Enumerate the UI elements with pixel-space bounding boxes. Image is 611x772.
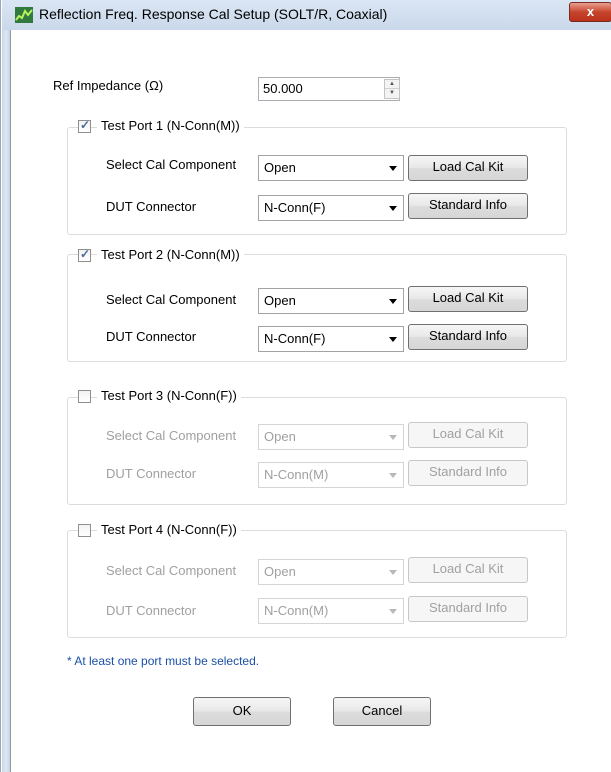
port-3-cal-component-value: Open [264,429,296,444]
port-1-checkbox[interactable]: ✓ [78,118,91,133]
port-4-standard-info-button[interactable]: Standard Info [408,596,528,622]
port-2-select-cal-label: Select Cal Component [106,292,237,307]
close-icon: x [586,4,595,19]
port-3-dut-connector-select[interactable]: N-Conn(M) [258,462,404,488]
spin-down-icon[interactable]: ▼ [385,89,399,98]
ref-impedance-value: 50.000 [263,81,303,96]
port-selection-note: * At least one port must be selected. [67,654,260,668]
checkmark-icon: ✓ [80,118,91,132]
window-title: Reflection Freq. Response Cal Setup (SOL… [39,6,388,22]
ref-impedance-input[interactable]: 50.000 [258,77,400,101]
dropdown-arrow-icon [389,206,397,211]
port-2-cal-component-select[interactable]: Open [258,288,404,314]
dropdown-arrow-icon [389,609,397,614]
dropdown-arrow-icon [389,166,397,171]
dropdown-arrow-icon [389,337,397,342]
port-2-title: Test Port 2 (N-Conn(M)) [97,247,244,262]
port-3-load-cal-kit-button[interactable]: Load Cal Kit [408,422,528,448]
dialog-window: Reflection Freq. Response Cal Setup (SOL… [0,0,611,772]
port-4-title: Test Port 4 (N-Conn(F)) [97,522,241,537]
port-2-dut-label: DUT Connector [106,329,197,344]
dropdown-arrow-icon [389,473,397,478]
port-1-dut-connector-value: N-Conn(F) [264,200,326,215]
port-4-cal-component-value: Open [264,564,296,579]
port-3-checkbox[interactable] [78,390,91,403]
port-3-cal-component-select[interactable]: Open [258,424,404,450]
port-1-load-cal-kit-button[interactable]: Load Cal Kit [408,155,528,181]
cancel-button[interactable]: Cancel [333,697,431,726]
port-4-select-cal-label: Select Cal Component [106,563,237,578]
ref-impedance-label: Ref Impedance (Ω) [53,78,164,93]
dropdown-arrow-icon [389,570,397,575]
port-1-standard-info-button[interactable]: Standard Info [408,193,528,219]
port-3-standard-info-button[interactable]: Standard Info [408,460,528,486]
port-1-title: Test Port 1 (N-Conn(M)) [97,118,244,133]
port-2-dut-connector-value: N-Conn(F) [264,331,326,346]
spin-up-icon[interactable]: ▲ [385,80,399,89]
port-2-checkbox[interactable]: ✓ [78,247,91,262]
port-1-dut-label: DUT Connector [106,199,197,214]
port-3-select-cal-label: Select Cal Component [106,428,237,443]
port-1-dut-connector-select[interactable]: N-Conn(F) [258,195,404,221]
checkmark-icon: ✓ [80,247,91,261]
title-bar[interactable]: Reflection Freq. Response Cal Setup (SOL… [2,0,611,30]
port-2-dut-connector-select[interactable]: N-Conn(F) [258,326,404,352]
port-3-group [67,397,567,505]
spectrum-app-icon [15,7,33,23]
port-4-dut-connector-select[interactable]: N-Conn(M) [258,598,404,624]
close-button[interactable]: x [569,2,611,22]
ref-impedance-spinner[interactable]: ▲ ▼ [384,79,400,99]
ok-button[interactable]: OK [193,697,291,726]
window-frame-left [2,0,11,772]
dropdown-arrow-icon [389,435,397,440]
port-1-cal-component-select[interactable]: Open [258,155,404,181]
port-4-checkbox[interactable] [78,524,91,537]
dropdown-arrow-icon [389,299,397,304]
port-2-load-cal-kit-button[interactable]: Load Cal Kit [408,286,528,312]
dialog-body: Ref Impedance (Ω) 50.000 ▲ ▼ ✓ Test Port… [12,30,611,772]
port-3-title: Test Port 3 (N-Conn(F)) [97,388,241,403]
port-2-standard-info-button[interactable]: Standard Info [408,324,528,350]
port-4-dut-label: DUT Connector [106,603,197,618]
port-3-dut-connector-value: N-Conn(M) [264,467,329,482]
port-4-load-cal-kit-button[interactable]: Load Cal Kit [408,557,528,583]
port-4-dut-connector-value: N-Conn(M) [264,603,329,618]
port-2-cal-component-value: Open [264,293,296,308]
port-1-select-cal-label: Select Cal Component [106,157,237,172]
port-4-cal-component-select[interactable]: Open [258,559,404,585]
port-3-dut-label: DUT Connector [106,466,197,481]
port-1-cal-component-value: Open [264,160,296,175]
